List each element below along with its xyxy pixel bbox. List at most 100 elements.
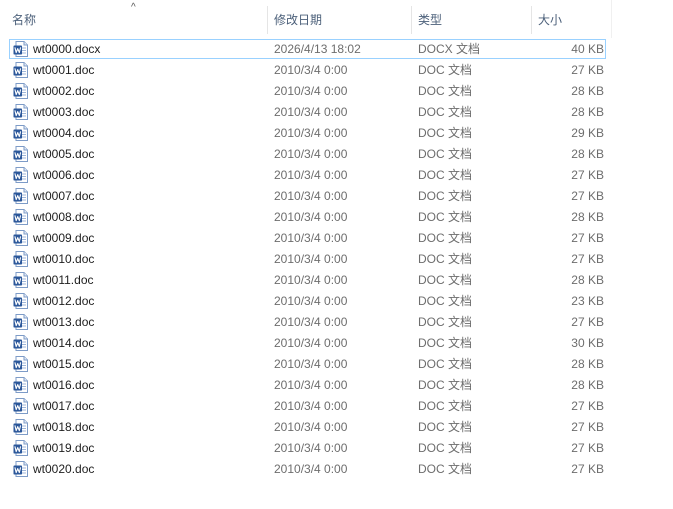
file-modified-date: 2010/3/4 0:00 bbox=[274, 147, 348, 161]
file-row[interactable]: wt0006.doc 2010/3/4 0:00 DOC 文档 27 KB bbox=[0, 165, 612, 186]
file-row[interactable]: wt0009.doc 2010/3/4 0:00 DOC 文档 27 KB bbox=[0, 228, 612, 249]
file-row[interactable]: wt0012.doc 2010/3/4 0:00 DOC 文档 23 KB bbox=[0, 291, 612, 312]
word-document-icon bbox=[13, 272, 28, 288]
file-name: wt0014.doc bbox=[33, 336, 95, 350]
file-row[interactable]: wt0008.doc 2010/3/4 0:00 DOC 文档 28 KB bbox=[0, 207, 612, 228]
file-modified-date: 2010/3/4 0:00 bbox=[274, 105, 348, 119]
file-row[interactable]: wt0011.doc 2010/3/4 0:00 DOC 文档 28 KB bbox=[0, 270, 612, 291]
file-name: wt0005.doc bbox=[33, 147, 95, 161]
file-size: 27 KB bbox=[571, 462, 604, 476]
file-type: DOC 文档 bbox=[418, 126, 473, 140]
file-size: 27 KB bbox=[571, 420, 604, 434]
file-row[interactable]: wt0010.doc 2010/3/4 0:00 DOC 文档 27 KB bbox=[0, 249, 612, 270]
file-row[interactable]: wt0020.doc 2010/3/4 0:00 DOC 文档 27 KB bbox=[0, 459, 612, 480]
file-modified-date: 2010/3/4 0:00 bbox=[274, 168, 348, 182]
file-row[interactable]: wt0003.doc 2010/3/4 0:00 DOC 文档 28 KB bbox=[0, 102, 612, 123]
word-document-icon bbox=[13, 440, 28, 456]
file-row[interactable]: wt0018.doc 2010/3/4 0:00 DOC 文档 27 KB bbox=[0, 417, 612, 438]
file-name: wt0016.doc bbox=[33, 378, 95, 392]
word-document-icon bbox=[13, 230, 28, 246]
file-row[interactable]: wt0004.doc 2010/3/4 0:00 DOC 文档 29 KB bbox=[0, 123, 612, 144]
file-name: wt0009.doc bbox=[33, 231, 95, 245]
column-header-size[interactable]: 大小 bbox=[532, 0, 611, 38]
word-document-icon bbox=[13, 209, 28, 225]
file-modified-date: 2010/3/4 0:00 bbox=[274, 231, 348, 245]
file-row[interactable]: wt0014.doc 2010/3/4 0:00 DOC 文档 30 KB bbox=[0, 333, 612, 354]
file-row[interactable]: wt0013.doc 2010/3/4 0:00 DOC 文档 27 KB bbox=[0, 312, 612, 333]
file-list: wt0000.docx 2026/4/13 18:02 DOCX 文档 40 KB wt… bbox=[0, 39, 612, 480]
sort-ascending-icon: ^ bbox=[131, 2, 136, 13]
word-document-icon bbox=[13, 461, 28, 477]
file-name: wt0004.doc bbox=[33, 126, 95, 140]
column-header-date[interactable]: 修改日期 bbox=[268, 0, 411, 38]
file-row[interactable]: wt0019.doc 2010/3/4 0:00 DOC 文档 27 KB bbox=[0, 438, 612, 459]
word-document-icon bbox=[13, 167, 28, 183]
file-modified-date: 2010/3/4 0:00 bbox=[274, 210, 348, 224]
file-size: 28 KB bbox=[571, 105, 604, 119]
word-document-icon bbox=[13, 293, 28, 309]
file-type: DOCX 文档 bbox=[418, 42, 481, 56]
word-document-icon bbox=[13, 125, 28, 141]
file-row[interactable]: wt0002.doc 2010/3/4 0:00 DOC 文档 28 KB bbox=[0, 81, 612, 102]
file-size: 27 KB bbox=[571, 231, 604, 245]
file-modified-date: 2010/3/4 0:00 bbox=[274, 63, 348, 77]
file-name: wt0003.doc bbox=[33, 105, 95, 119]
file-modified-date: 2010/3/4 0:00 bbox=[274, 441, 348, 455]
file-name: wt0000.docx bbox=[33, 42, 101, 56]
file-modified-date: 2010/3/4 0:00 bbox=[274, 126, 348, 140]
file-type: DOC 文档 bbox=[418, 273, 473, 287]
file-row[interactable]: wt0000.docx 2026/4/13 18:02 DOCX 文档 40 KB bbox=[0, 39, 612, 60]
file-row[interactable]: wt0007.doc 2010/3/4 0:00 DOC 文档 27 KB bbox=[0, 186, 612, 207]
file-size: 27 KB bbox=[571, 315, 604, 329]
file-type: DOC 文档 bbox=[418, 441, 473, 455]
word-document-icon bbox=[13, 251, 28, 267]
file-name: wt0020.doc bbox=[33, 462, 95, 476]
word-document-icon bbox=[13, 377, 28, 393]
file-row[interactable]: wt0001.doc 2010/3/4 0:00 DOC 文档 27 KB bbox=[0, 60, 612, 81]
column-divider bbox=[611, 0, 612, 38]
file-size: 27 KB bbox=[571, 441, 604, 455]
file-name: wt0011.doc bbox=[33, 273, 94, 287]
column-header-bar: 名称 ^ 修改日期 类型 大小 bbox=[0, 0, 612, 38]
file-row[interactable]: wt0016.doc 2010/3/4 0:00 DOC 文档 28 KB bbox=[0, 375, 612, 396]
column-header-type-label: 类型 bbox=[418, 13, 443, 27]
file-type: DOC 文档 bbox=[418, 189, 473, 203]
file-type: DOC 文档 bbox=[418, 399, 473, 413]
file-name: wt0001.doc bbox=[33, 63, 95, 77]
file-name: wt0002.doc bbox=[33, 84, 95, 98]
file-type: DOC 文档 bbox=[418, 210, 473, 224]
file-size: 27 KB bbox=[571, 189, 604, 203]
file-type: DOC 文档 bbox=[418, 105, 473, 119]
column-header-type[interactable]: 类型 bbox=[412, 0, 531, 38]
file-type: DOC 文档 bbox=[418, 84, 473, 98]
file-modified-date: 2010/3/4 0:00 bbox=[274, 336, 348, 350]
file-type: DOC 文档 bbox=[418, 378, 473, 392]
file-type: DOC 文档 bbox=[418, 357, 473, 371]
file-size: 28 KB bbox=[571, 378, 604, 392]
file-name: wt0013.doc bbox=[33, 315, 95, 329]
file-type: DOC 文档 bbox=[418, 147, 473, 161]
file-name: wt0007.doc bbox=[33, 189, 95, 203]
column-header-name-label: 名称 bbox=[12, 13, 37, 27]
file-modified-date: 2010/3/4 0:00 bbox=[274, 315, 348, 329]
file-name: wt0012.doc bbox=[33, 294, 95, 308]
file-name: wt0019.doc bbox=[33, 441, 95, 455]
file-row[interactable]: wt0017.doc 2010/3/4 0:00 DOC 文档 27 KB bbox=[0, 396, 612, 417]
word-document-icon bbox=[13, 188, 28, 204]
file-size: 27 KB bbox=[571, 63, 604, 77]
file-size: 28 KB bbox=[571, 210, 604, 224]
column-header-size-label: 大小 bbox=[538, 13, 563, 27]
file-size: 23 KB bbox=[571, 294, 604, 308]
file-row[interactable]: wt0015.doc 2010/3/4 0:00 DOC 文档 28 KB bbox=[0, 354, 612, 375]
column-header-date-label: 修改日期 bbox=[274, 13, 323, 27]
file-modified-date: 2010/3/4 0:00 bbox=[274, 252, 348, 266]
file-modified-date: 2026/4/13 18:02 bbox=[274, 42, 361, 56]
file-row[interactable]: wt0005.doc 2010/3/4 0:00 DOC 文档 28 KB bbox=[0, 144, 612, 165]
file-type: DOC 文档 bbox=[418, 63, 473, 77]
word-document-icon bbox=[13, 146, 28, 162]
file-name: wt0006.doc bbox=[33, 168, 95, 182]
file-size: 30 KB bbox=[571, 336, 604, 350]
file-modified-date: 2010/3/4 0:00 bbox=[274, 399, 348, 413]
file-size: 27 KB bbox=[571, 168, 604, 182]
word-document-icon bbox=[13, 314, 28, 330]
